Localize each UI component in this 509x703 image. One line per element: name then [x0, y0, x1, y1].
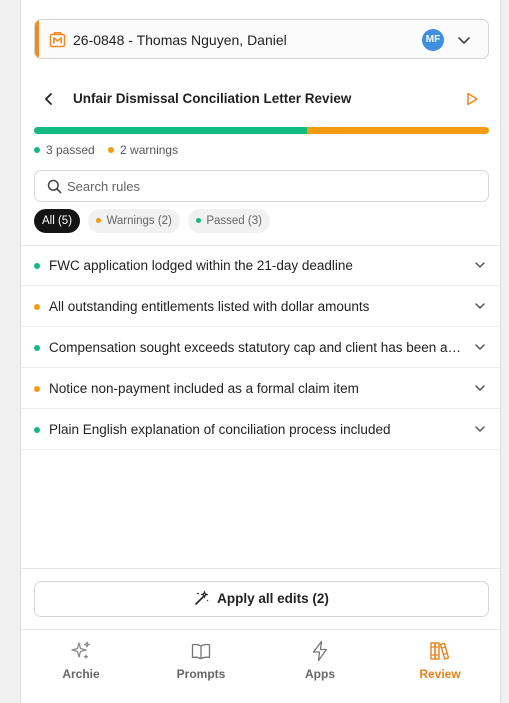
- nav-label: Apps: [305, 667, 335, 681]
- matter-title: 26-0848 - Thomas Nguyen, Daniel: [73, 32, 287, 48]
- play-icon[interactable]: [464, 90, 480, 108]
- rule-item[interactable]: FWC application lodged within the 21-day…: [21, 245, 500, 286]
- rule-item[interactable]: Compensation sought exceeds statutory ca…: [21, 327, 500, 368]
- search-input[interactable]: [67, 171, 467, 201]
- rule-item[interactable]: Plain English explanation of conciliatio…: [21, 409, 500, 450]
- rule-item[interactable]: All outstanding entitlements listed with…: [21, 286, 500, 327]
- review-summary: 3 passed 2 warnings: [34, 143, 188, 157]
- matter-briefcase-icon: [49, 32, 66, 48]
- rule-text: FWC application lodged within the 21-day…: [49, 258, 353, 273]
- warning-dot-icon: [96, 218, 102, 223]
- rule-text: Plain English explanation of conciliatio…: [49, 422, 391, 437]
- review-title: Unfair Dismissal Conciliation Letter Rev…: [73, 91, 352, 106]
- nav-label: Prompts: [176, 667, 226, 681]
- filter-chips: All (5) Warnings (2) Passed (3): [34, 209, 274, 233]
- chevron-down-icon[interactable]: [473, 340, 487, 354]
- filter-passed-chip[interactable]: Passed (3): [188, 209, 270, 233]
- nav-archie[interactable]: Archie: [31, 630, 131, 690]
- rule-text: Compensation sought exceeds statutory ca…: [49, 340, 464, 355]
- review-progress-bar: [34, 127, 489, 134]
- back-arrow-icon[interactable]: [41, 90, 57, 108]
- nav-label: Review: [419, 667, 461, 681]
- matter-selector[interactable]: 26-0848 - Thomas Nguyen, Daniel MF: [34, 19, 489, 59]
- sparkle-icon: [71, 641, 91, 659]
- lightning-icon: [312, 640, 328, 662]
- passed-dot-icon: [34, 345, 40, 351]
- book-icon: [191, 643, 211, 660]
- summary-passed: 3 passed: [34, 143, 95, 157]
- divider: [21, 568, 500, 569]
- magic-wand-icon: [195, 590, 209, 605]
- passed-dot-icon: [34, 263, 40, 269]
- progress-passed-segment: [34, 127, 307, 134]
- nav-apps[interactable]: Apps: [270, 630, 370, 690]
- warning-dot-icon: [34, 386, 40, 392]
- user-avatar[interactable]: MF: [422, 29, 444, 51]
- passed-dot-icon: [34, 147, 40, 153]
- nav-review[interactable]: Review: [390, 630, 490, 690]
- filter-all-chip[interactable]: All (5): [34, 209, 81, 233]
- summary-warnings: 2 warnings: [108, 143, 178, 157]
- books-icon: [430, 642, 450, 660]
- passed-dot-icon: [34, 427, 40, 433]
- rule-item[interactable]: Notice non-payment included as a formal …: [21, 368, 500, 409]
- search-icon: [47, 179, 62, 194]
- nav-prompts[interactable]: Prompts: [151, 630, 251, 690]
- rule-text: All outstanding entitlements listed with…: [49, 299, 370, 314]
- chevron-down-icon[interactable]: [473, 381, 487, 395]
- apply-all-edits-label: Apply all edits (2): [217, 591, 329, 606]
- review-panel: 26-0848 - Thomas Nguyen, Daniel MF Unfai…: [20, 0, 501, 703]
- filter-warnings-chip[interactable]: Warnings (2): [88, 209, 180, 233]
- rule-text: Notice non-payment included as a formal …: [49, 381, 359, 396]
- chevron-down-icon[interactable]: [473, 258, 487, 272]
- bottom-nav: Archie Prompts Apps Review: [21, 630, 500, 703]
- search-box: [34, 170, 489, 202]
- warning-dot-icon: [108, 147, 115, 153]
- warning-dot-icon: [34, 304, 40, 310]
- matter-accent-bar: [35, 20, 39, 58]
- chevron-down-icon[interactable]: [456, 32, 472, 48]
- chevron-down-icon[interactable]: [473, 422, 487, 436]
- rules-list: FWC application lodged within the 21-day…: [21, 245, 500, 450]
- passed-dot-icon: [196, 218, 202, 223]
- nav-label: Archie: [62, 667, 100, 681]
- chevron-down-icon[interactable]: [473, 299, 487, 313]
- apply-all-edits-button[interactable]: Apply all edits (2): [34, 581, 489, 617]
